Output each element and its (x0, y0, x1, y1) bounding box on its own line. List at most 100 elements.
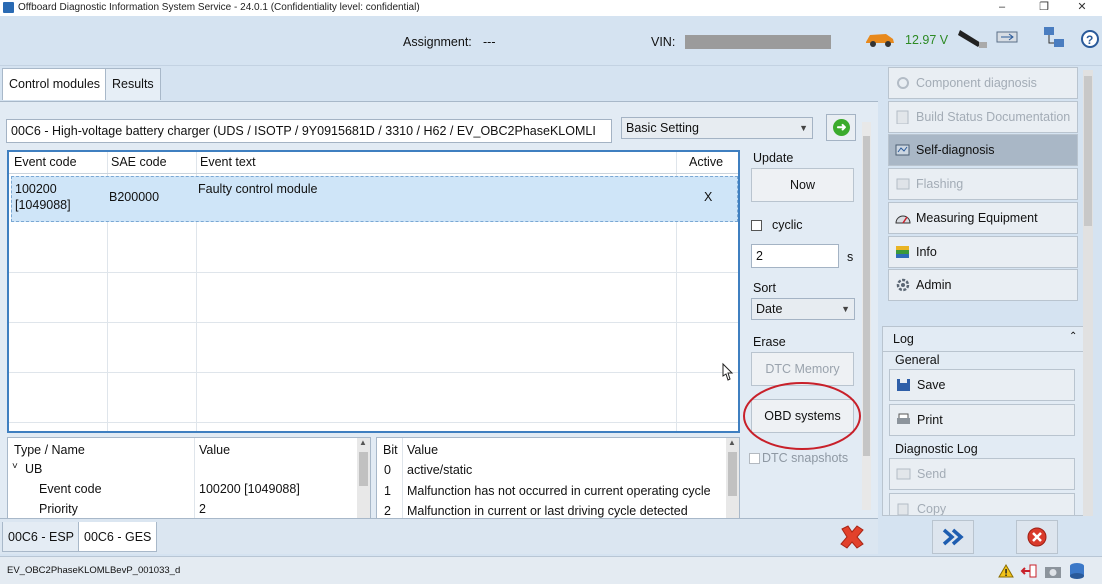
interval-input[interactable]: 2 (751, 244, 839, 268)
minimize-button[interactable]: – (982, 0, 1022, 16)
gear-icon (897, 77, 909, 89)
window-title: Offboard Diagnostic Information System S… (18, 2, 420, 13)
admin-gear-icon (896, 278, 910, 292)
column-header-bit-value[interactable]: Value (407, 443, 438, 457)
execute-button[interactable]: ➜ (826, 114, 856, 141)
copy-log-button[interactable]: Copy (889, 493, 1075, 515)
tab-00c6-ges[interactable]: 00C6 - GES (78, 522, 158, 552)
vehicle-icon (866, 34, 894, 47)
column-header-type-name[interactable]: Type / Name (14, 443, 85, 457)
network-icon[interactable] (1040, 25, 1070, 53)
column-header-value[interactable]: Value (199, 443, 230, 457)
scroll-up-icon[interactable]: ▲ (728, 438, 736, 447)
sidebar-item-label: Measuring Equipment (916, 211, 1038, 225)
camera-icon[interactable] (1044, 563, 1062, 579)
property-value: 2 (199, 502, 206, 516)
diagnostic-log-label: Diagnostic Log (895, 442, 978, 456)
column-header-sae-code[interactable]: SAE code (111, 155, 167, 169)
function-select-value: Basic Setting (626, 121, 699, 135)
info-icon (896, 246, 909, 258)
sort-select[interactable]: Date ▼ (751, 298, 855, 320)
printer-icon (897, 413, 910, 424)
red-highlight-annotation (743, 382, 861, 450)
erase-label: Erase (753, 335, 786, 349)
update-label: Update (753, 151, 794, 165)
battery-voltage: 12.97 V (905, 33, 949, 47)
sidebar-item-admin[interactable]: Admin (888, 269, 1078, 301)
sidebar-item-info[interactable]: Info (888, 236, 1078, 268)
mouse-cursor-icon (722, 362, 734, 381)
sidebar-item-label: Flashing (916, 177, 964, 191)
cyclic-checkbox[interactable] (751, 220, 762, 231)
help-icon[interactable]: ? (1080, 28, 1100, 50)
active-cell: X (704, 190, 713, 204)
event-memory-table: Event code SAE code Event text Active 10… (7, 150, 740, 433)
tab-control-modules[interactable]: Control modules (2, 68, 108, 100)
panel-scrollbar[interactable] (862, 122, 871, 510)
chevron-down-icon: ▼ (799, 123, 808, 133)
event-code-decimal-cell: [1049088] (15, 198, 71, 212)
tab-00c6-esp[interactable]: 00C6 - ESP (2, 522, 81, 552)
save-log-button[interactable]: Save (889, 369, 1075, 401)
chevron-down-icon[interactable]: ˅ (12, 461, 18, 472)
bits-scrollbar[interactable]: ▲ (726, 438, 739, 518)
column-header-active[interactable]: Active (689, 155, 723, 169)
event-code-cell: 100200 (15, 182, 57, 196)
bit-value: Malfunction has not occurred in current … (407, 484, 711, 498)
update-now-button[interactable]: Now (751, 168, 854, 202)
send-log-button[interactable]: Send (889, 458, 1075, 490)
vin-value-redacted (685, 35, 831, 49)
module-tabs-bar: 00C6 - ESP 00C6 - GES (0, 518, 878, 554)
close-module-icon[interactable] (838, 523, 866, 551)
title-bar: Offboard Diagnostic Information System S… (0, 0, 1102, 16)
column-header-event-code[interactable]: Event code (14, 155, 77, 169)
sidebar-item-build-status-documentation[interactable]: Build Status Documentation (888, 101, 1078, 133)
forward-button[interactable] (932, 520, 974, 554)
sidebar-item-component-diagnosis[interactable]: Component diagnosis (888, 67, 1078, 99)
log-panel: Log ⌃ General Save Print Diagnostic Log … (882, 326, 1086, 516)
sidebar-item-label: Component diagnosis (916, 76, 1037, 90)
scroll-up-icon[interactable]: ▲ (359, 438, 367, 447)
property-value: 100200 [1049088] (199, 482, 300, 496)
tree-group-ub[interactable]: UB (25, 462, 42, 476)
maximize-button[interactable]: ❐ (1024, 0, 1064, 16)
dtc-snapshots-label: DTC snapshots (762, 451, 849, 465)
property-name: Priority (39, 502, 78, 516)
interval-unit: s (847, 250, 854, 264)
close-window-button[interactable]: ✕ (1062, 0, 1102, 16)
send-icon (896, 468, 911, 480)
function-select[interactable]: Basic Setting ▼ (621, 117, 813, 139)
column-header-event-text[interactable]: Event text (200, 155, 256, 169)
main-tab-bar: Control modules Results (0, 66, 878, 102)
right-sidebar: Component diagnosis Build Status Documen… (878, 66, 1102, 554)
dtc-snapshots-checkbox[interactable] (749, 453, 760, 464)
sidebar-item-label: Self-diagnosis (916, 143, 995, 157)
column-header-bit[interactable]: Bit (383, 443, 398, 457)
details-scrollbar[interactable]: ▲ (357, 438, 370, 518)
print-label: Print (917, 413, 943, 427)
sidebar-item-flashing[interactable]: Flashing (888, 168, 1078, 200)
sort-label: Sort (753, 281, 776, 295)
table-row[interactable]: 100200 [1049088] B200000 Faulty control … (11, 176, 738, 222)
sidebar-scrollbar[interactable] (1083, 70, 1093, 516)
gauge-icon (895, 215, 911, 224)
exit-arrow-icon[interactable] (1020, 563, 1038, 579)
exit-button[interactable] (1016, 520, 1058, 554)
print-log-button[interactable]: Print (889, 404, 1075, 436)
database-icon[interactable] (1068, 562, 1086, 580)
sidebar-item-measuring-equipment[interactable]: Measuring Equipment (888, 202, 1078, 234)
usb-icon (996, 31, 1018, 43)
document-icon (896, 110, 909, 124)
module-name-field: 00C6 - High-voltage battery charger (UDS… (6, 119, 612, 143)
flashing-icon (896, 178, 910, 190)
cancel-icon (1027, 527, 1047, 547)
assignment-label: Assignment: (403, 35, 472, 49)
collapse-icon[interactable]: ⌃ (1069, 331, 1077, 342)
vin-label: VIN: (651, 35, 676, 49)
sidebar-item-label: Info (916, 245, 937, 259)
warning-icon[interactable] (998, 564, 1014, 578)
tab-results[interactable]: Results (105, 68, 161, 100)
sidebar-item-self-diagnosis[interactable]: Self-diagnosis (888, 134, 1078, 166)
sidebar-item-label: Build Status Documentation (916, 110, 1071, 124)
sort-select-value: Date (756, 302, 783, 316)
